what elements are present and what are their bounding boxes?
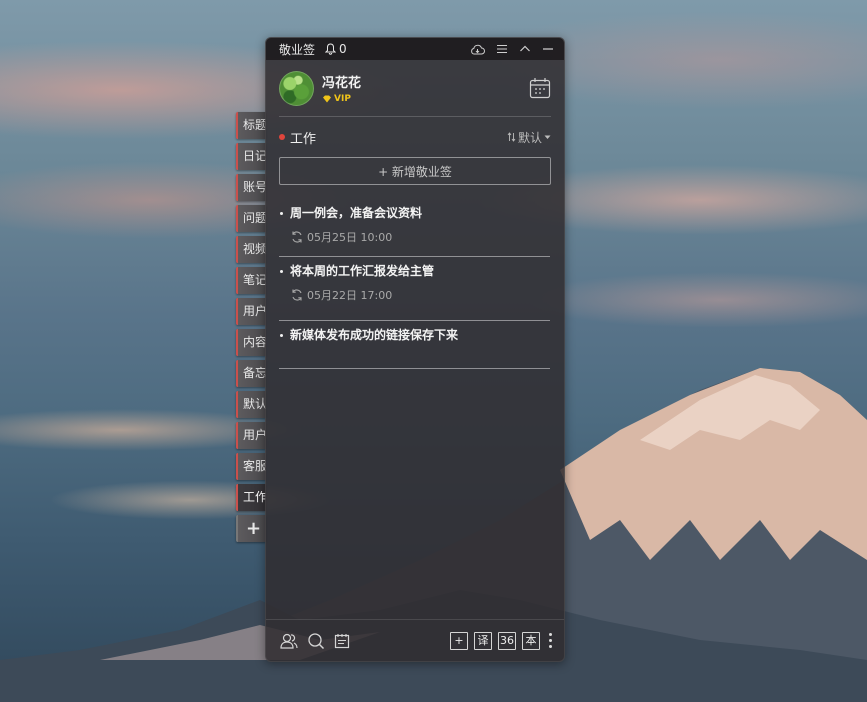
- menu-icon[interactable]: [496, 44, 508, 54]
- side-tab-label: 默认: [243, 397, 266, 411]
- note-reminder: 05月22日 17:00: [290, 287, 550, 303]
- note-item[interactable]: 新媒体发布成功的链接保存下来: [279, 321, 550, 369]
- side-tab-label: 用户: [243, 428, 266, 442]
- sort-icon: [507, 132, 516, 142]
- side-tab-0[interactable]: 标题: [236, 112, 266, 139]
- sort-label: 默认: [517, 130, 542, 145]
- calendar-icon[interactable]: [529, 77, 551, 99]
- side-tab-11[interactable]: 客服: [236, 453, 266, 480]
- note-reminder: 05月25日 10:00: [290, 229, 550, 245]
- title-bar[interactable]: 敬业签 0: [266, 38, 564, 60]
- side-tab-label: 问题: [243, 211, 266, 225]
- side-tab-label: 笔记: [243, 273, 266, 287]
- note-text: 将本周的工作汇报发给主管: [290, 264, 435, 278]
- side-tab-5[interactable]: 笔记: [236, 267, 266, 294]
- side-tab-active[interactable]: 工作: [236, 484, 266, 511]
- add-category-button[interactable]: +: [236, 515, 266, 542]
- note-text: 周一例会，准备会议资料: [290, 206, 423, 220]
- category-title: 工作: [290, 131, 317, 147]
- app-36-button[interactable]: 36: [498, 631, 516, 650]
- contacts-icon[interactable]: [280, 632, 298, 650]
- side-tab-3[interactable]: 问题: [236, 205, 266, 232]
- bell-icon: [325, 43, 337, 55]
- repeat-reminder-icon: [292, 231, 302, 243]
- side-tab-label: 账号: [243, 180, 266, 194]
- note-item[interactable]: 周一例会，准备会议资料 05月25日 10:00: [279, 199, 550, 257]
- side-tab-label: 客服: [243, 459, 266, 473]
- cloud-sync-icon[interactable]: [470, 44, 485, 55]
- note-text: 新媒体发布成功的链接保存下来: [290, 328, 459, 342]
- side-tab-label: 用户: [243, 304, 266, 318]
- notification-count: 0: [339, 42, 347, 56]
- side-tab-label: 日记: [243, 149, 266, 163]
- user-profile: 冯花花 VIP: [266, 60, 564, 116]
- side-tab-label: 内容: [243, 335, 266, 349]
- username: 冯花花: [322, 76, 362, 91]
- search-icon[interactable]: [307, 632, 325, 650]
- side-tab-label: 标题: [243, 118, 266, 132]
- avatar[interactable]: [279, 70, 314, 106]
- category-color-dot: [279, 134, 285, 140]
- side-tab-9[interactable]: 默认: [236, 391, 266, 418]
- side-tab-label: 工作: [243, 490, 266, 504]
- add-note-button[interactable]: + 新增敬业签: [279, 157, 551, 185]
- bottom-toolbar: + 译 36 本: [266, 619, 564, 661]
- repeat-reminder-icon: [292, 289, 302, 301]
- sort-dropdown[interactable]: 默认: [507, 129, 551, 146]
- note-time-text: 05月25日 10:00: [307, 231, 393, 244]
- side-tab-label: 视频: [243, 242, 266, 256]
- category-header: 工作 默认: [266, 117, 564, 157]
- side-tab-1[interactable]: 日记: [236, 143, 266, 170]
- chevron-down-icon: [544, 135, 551, 139]
- vip-label: VIP: [334, 94, 351, 104]
- vip-badge: VIP: [322, 94, 361, 104]
- translate-button[interactable]: 译: [474, 631, 492, 650]
- side-tab-4[interactable]: 视频: [236, 236, 266, 263]
- sticky-note-panel: 敬业签 0 冯花花 VIP 工作 默认 + 新增敬业签 周一例会，准备会议资料 …: [265, 37, 565, 662]
- note-list: 周一例会，准备会议资料 05月25日 10:00 将本周的工作汇报发给主管 05…: [266, 199, 564, 369]
- more-options-icon[interactable]: [549, 633, 552, 648]
- collapse-icon[interactable]: [519, 44, 531, 54]
- side-tab-7[interactable]: 内容: [236, 329, 266, 356]
- side-tab-label: 备忘: [243, 366, 266, 380]
- side-tab-2[interactable]: 账号: [236, 174, 266, 201]
- side-tab-6[interactable]: 用户: [236, 298, 266, 325]
- diamond-icon: [323, 95, 331, 103]
- add-button[interactable]: +: [450, 631, 468, 650]
- note-item[interactable]: 将本周的工作汇报发给主管 05月22日 17:00: [279, 257, 550, 321]
- app-title: 敬业签: [279, 42, 316, 57]
- note-time-text: 05月22日 17:00: [307, 289, 393, 302]
- notebook-button[interactable]: 本: [522, 631, 540, 650]
- minimize-icon[interactable]: [542, 44, 554, 54]
- side-tab-8[interactable]: 备忘: [236, 360, 266, 387]
- side-tab-10[interactable]: 用户: [236, 422, 266, 449]
- notification-button[interactable]: 0: [325, 42, 347, 56]
- notepad-icon[interactable]: [334, 633, 350, 649]
